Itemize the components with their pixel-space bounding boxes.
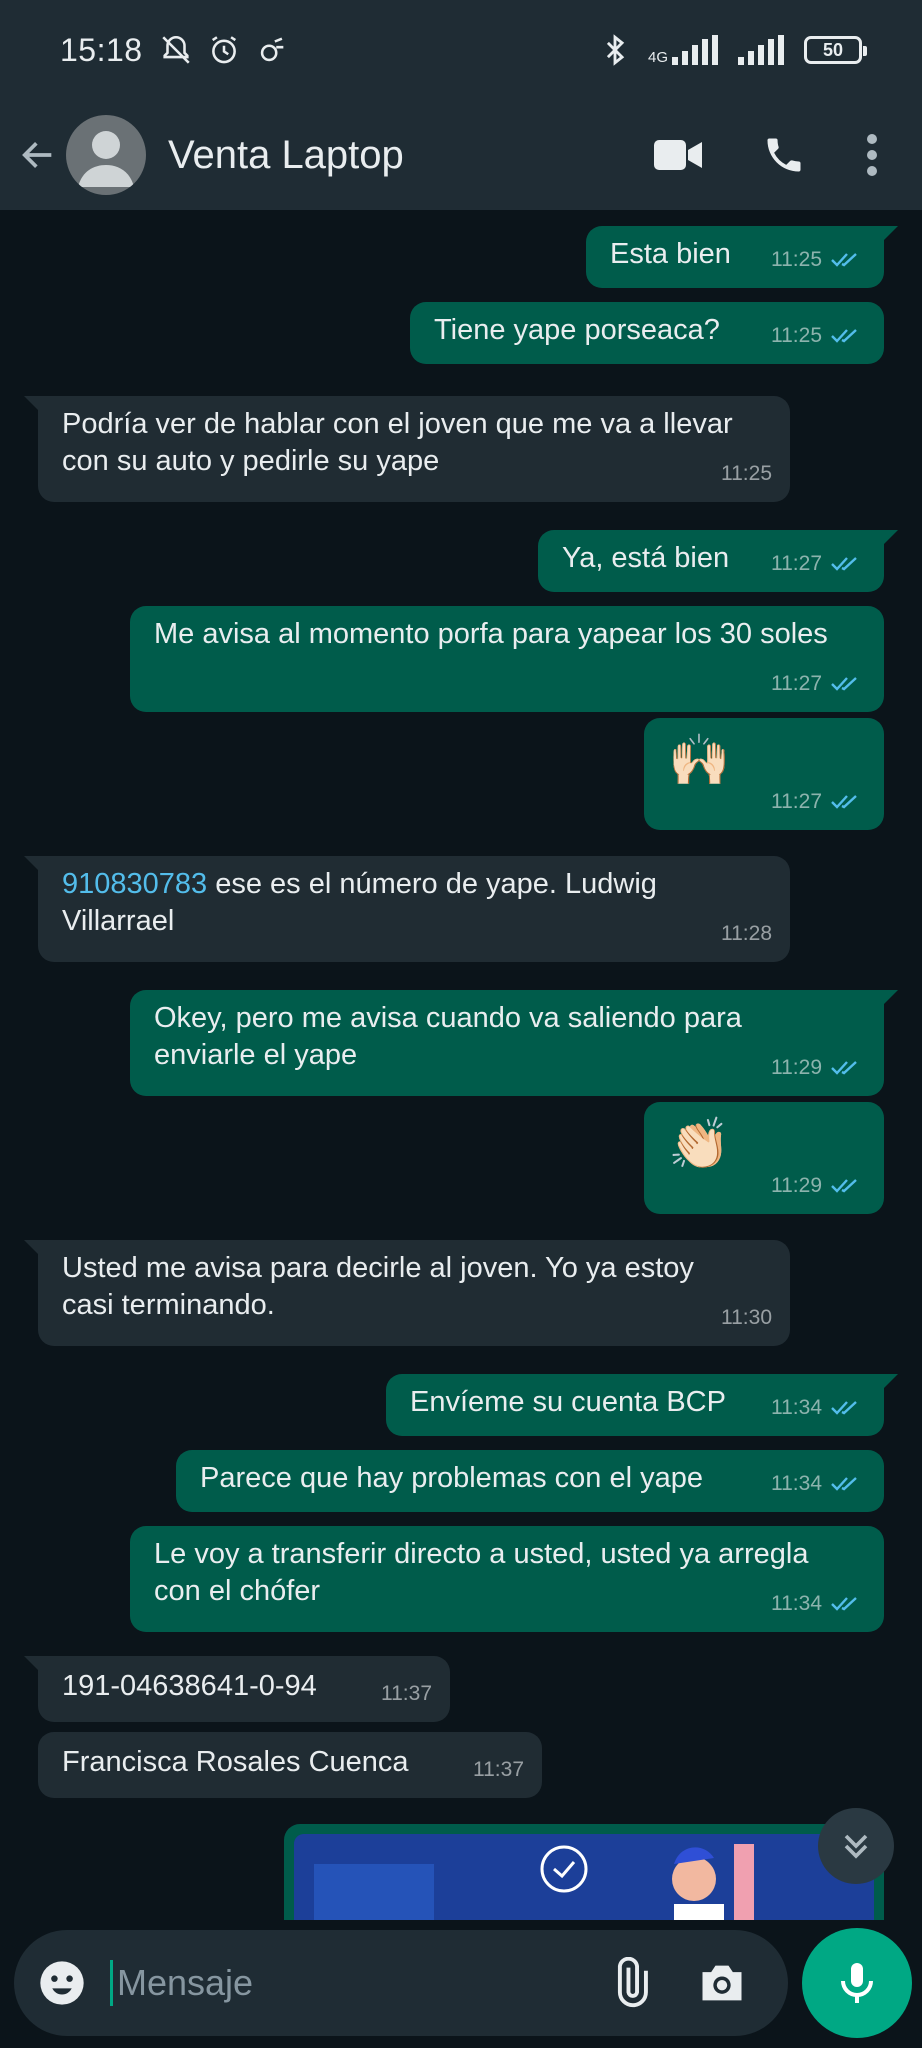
- emoji-raised-hands: 🙌🏻: [668, 732, 731, 788]
- message-bubble[interactable]: 910830783 ese es el número de yape. Ludw…: [24, 856, 790, 962]
- message-time: 11:27: [771, 552, 822, 575]
- message-time: 11:37: [381, 1682, 432, 1705]
- avatar[interactable]: [66, 115, 146, 195]
- message-time: 11:37: [473, 1758, 524, 1781]
- message-text: Okey, pero me avisa cuando va saliendo p…: [154, 1002, 742, 1071]
- message-bubble[interactable]: 👏🏻 11:29: [644, 1102, 884, 1214]
- notifications-off-icon: [161, 35, 190, 64]
- input-bar: [0, 1920, 922, 2048]
- gesture-icon: [260, 37, 283, 62]
- read-ticks-icon: [831, 1596, 857, 1611]
- message-bubble[interactable]: Envíeme su cuenta BCP 11:34: [386, 1374, 898, 1436]
- chat-area[interactable]: Esta bien 11:25 Tiene yape porseaca? 11:…: [0, 210, 922, 1920]
- message-time: 11:25: [721, 462, 772, 485]
- read-ticks-icon: [831, 252, 857, 267]
- message-bubble[interactable]: Parece que hay problemas con el yape 11:…: [176, 1450, 884, 1512]
- message-time: 11:25: [771, 324, 822, 347]
- more-vert-icon[interactable]: [866, 133, 878, 177]
- emoji-icon[interactable]: [36, 1957, 88, 2009]
- voice-message-button[interactable]: [802, 1928, 912, 2038]
- message-bubble[interactable]: Esta bien 11:25: [586, 226, 898, 288]
- message-text: Podría ver de hablar con el joven que me…: [62, 408, 733, 477]
- message-bubble[interactable]: Usted me avisa para decirle al joven. Yo…: [24, 1240, 790, 1346]
- phone-icon[interactable]: [762, 133, 806, 177]
- read-ticks-icon: [831, 1476, 857, 1491]
- read-ticks-icon: [831, 1060, 857, 1075]
- message-time: 11:27: [771, 672, 822, 695]
- scroll-to-bottom-button[interactable]: [818, 1808, 894, 1884]
- back-arrow-icon[interactable]: [18, 135, 58, 175]
- read-ticks-icon: [831, 328, 857, 343]
- status-time: 15:18: [60, 31, 143, 68]
- message-time: 11:30: [721, 1306, 772, 1329]
- image-thumbnail[interactable]: [294, 1834, 874, 1920]
- message-bubble[interactable]: 🙌🏻 11:27: [644, 718, 884, 830]
- message-bubble[interactable]: Tiene yape porseaca? 11:25: [410, 302, 884, 364]
- message-text: Parece que hay problemas con el yape: [200, 1462, 703, 1494]
- signal-2-icon: [738, 35, 784, 65]
- illustration-image: [294, 1834, 874, 1920]
- message-time: 11:34: [771, 1592, 822, 1615]
- read-ticks-icon: [831, 794, 857, 809]
- status-bar: 15:18 4G 50: [0, 0, 922, 100]
- message-text: Esta bien: [610, 238, 731, 270]
- message-time: 11:34: [771, 1472, 822, 1495]
- message-composer[interactable]: [14, 1930, 788, 2036]
- message-time: 11:28: [721, 922, 772, 945]
- message-text: Envíeme su cuenta BCP: [410, 1386, 726, 1418]
- video-call-icon[interactable]: [654, 138, 702, 172]
- camera-icon[interactable]: [696, 1957, 748, 2009]
- network-type: 4G: [647, 49, 668, 66]
- chat-header: Venta Laptop: [0, 100, 922, 210]
- mic-icon: [841, 1963, 873, 2003]
- message-text: Usted me avisa para decirle al joven. Yo…: [62, 1252, 694, 1321]
- message-bubble[interactable]: Me avisa al momento porfa para yapear lo…: [130, 606, 884, 712]
- read-ticks-icon: [831, 556, 857, 571]
- image-message[interactable]: [284, 1824, 884, 1920]
- read-ticks-icon: [831, 676, 857, 691]
- message-bubble[interactable]: 191-04638641-0-94 11:37: [24, 1656, 450, 1722]
- default-avatar-icon: [78, 131, 134, 187]
- message-text: Me avisa al momento porfa para yapear lo…: [154, 618, 828, 650]
- message-time: 11:29: [771, 1056, 822, 1079]
- signal-icon: 4G: [648, 35, 722, 65]
- message-input[interactable]: [117, 1962, 557, 2004]
- battery-icon: 50: [804, 36, 867, 64]
- alarm-icon: [211, 36, 236, 64]
- message-text: Le voy a transferir directo a usted, ust…: [154, 1538, 809, 1607]
- read-ticks-icon: [831, 1400, 857, 1415]
- message-bubble[interactable]: Francisca Rosales Cuenca 11:37: [38, 1732, 542, 1798]
- message-text: 191-04638641-0-94: [62, 1670, 317, 1702]
- message-text: Tiene yape porseaca?: [434, 314, 720, 346]
- battery-level: 50: [822, 39, 844, 60]
- message-bubble[interactable]: Ya, está bien 11:27: [538, 530, 898, 592]
- phone-number-link[interactable]: 910830783: [62, 868, 207, 900]
- text-cursor: [110, 1960, 113, 2006]
- attach-icon[interactable]: [604, 1957, 656, 2009]
- message-time: 11:29: [771, 1174, 822, 1197]
- message-bubble[interactable]: Le voy a transferir directo a usted, ust…: [130, 1526, 884, 1632]
- message-time: 11:34: [771, 1396, 822, 1419]
- scroll-down-icon: [844, 1834, 868, 1859]
- message-time: 11:25: [771, 248, 822, 271]
- message-time: 11:27: [771, 790, 822, 813]
- bluetooth-icon: [606, 34, 625, 66]
- message-bubble[interactable]: Podría ver de hablar con el joven que me…: [24, 396, 790, 502]
- message-bubble[interactable]: Okey, pero me avisa cuando va saliendo p…: [130, 990, 898, 1096]
- message-text: Ya, está bien: [562, 542, 730, 574]
- message-text: Francisca Rosales Cuenca: [62, 1746, 409, 1778]
- chat-title[interactable]: Venta Laptop: [168, 133, 404, 178]
- read-ticks-icon: [831, 1178, 857, 1193]
- emoji-clapping-hands: 👏🏻: [668, 1116, 731, 1172]
